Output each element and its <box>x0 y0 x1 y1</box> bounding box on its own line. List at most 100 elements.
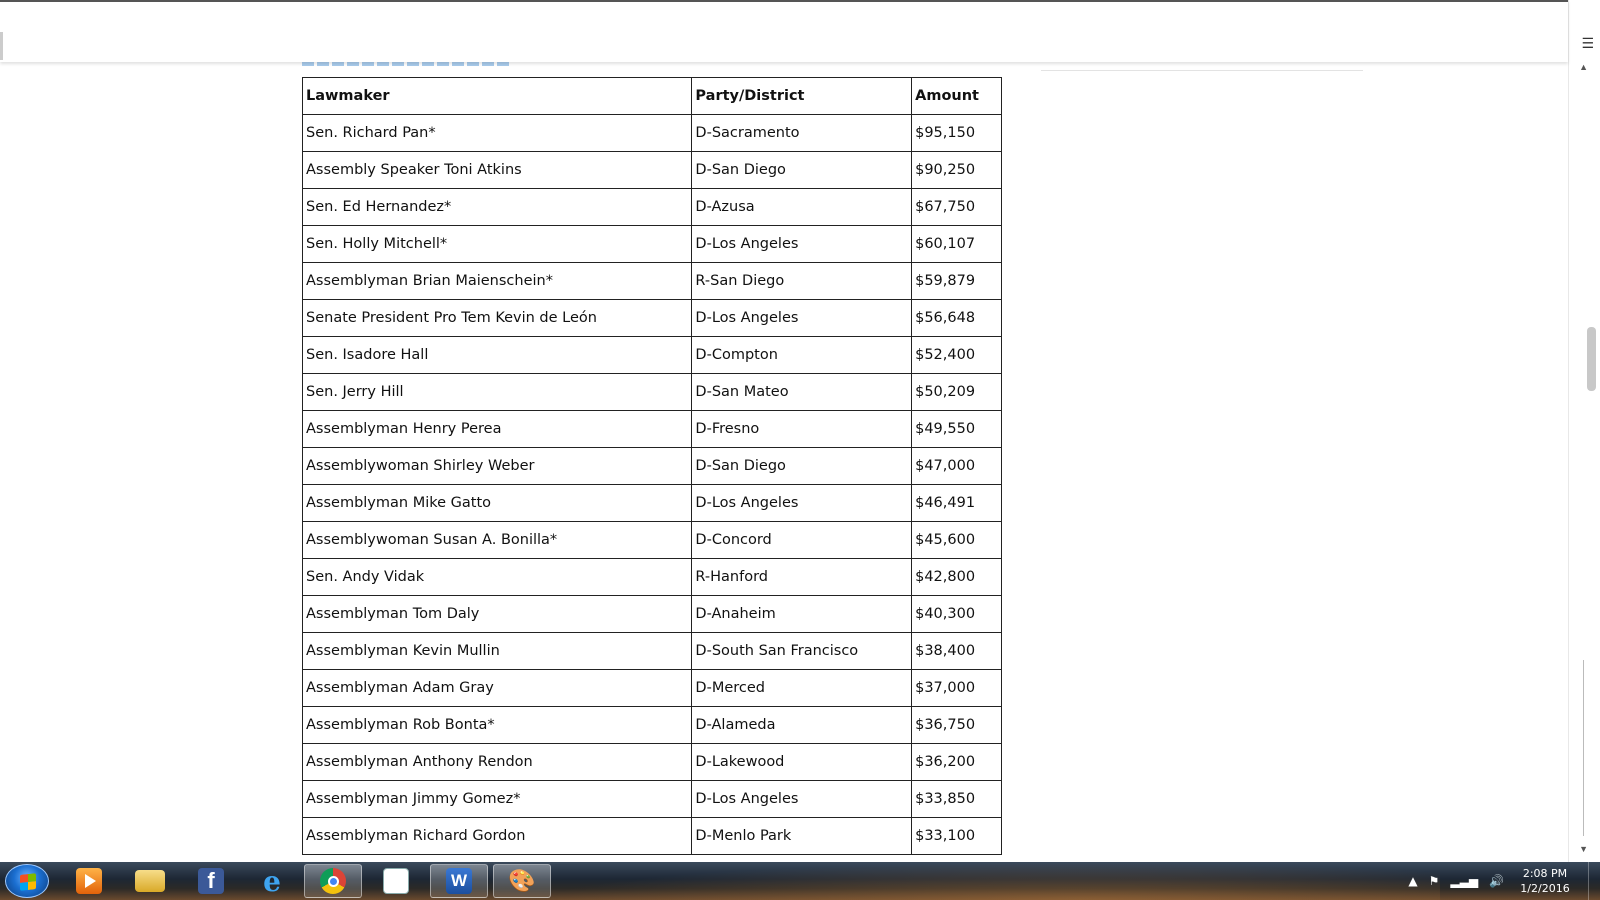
word-icon: W <box>446 868 472 894</box>
column-header-amount: Amount <box>911 77 1002 115</box>
cell-lawmaker: Assemblyman Henry Perea <box>301 410 693 448</box>
cell-amount: $46,491 <box>911 484 1002 522</box>
cell-amount: $42,800 <box>911 558 1002 596</box>
table-row: Assemblyman Jimmy Gomez* D-Los Angeles $33… <box>301 780 1002 818</box>
taskbar-chrome[interactable] <box>304 864 362 898</box>
table-row: Assemblywoman Susan A. Bonilla* D-Concord… <box>301 521 1002 559</box>
cell-amount: $36,200 <box>911 743 1002 781</box>
cell-lawmaker: Assemblyman Tom Daly <box>301 595 693 633</box>
clock-date: 1/2/2016 <box>1520 882 1570 895</box>
table-row: Assemblyman Adam Gray D-Merced $37,000 <box>301 669 1002 707</box>
clock-time: 2:08 PM <box>1522 867 1568 880</box>
hamburger-menu-icon[interactable]: ☰ <box>1581 36 1594 52</box>
cell-lawmaker: Assemblyman Mike Gatto <box>301 484 693 522</box>
windows-logo-icon <box>20 873 36 891</box>
sidebar-divider <box>1041 70 1363 71</box>
news-app-icon <box>383 868 409 894</box>
cell-party-district: D-Compton <box>691 336 913 374</box>
paint-icon: 🎨 <box>508 868 536 893</box>
start-button[interactable] <box>5 864 49 898</box>
cell-lawmaker: Assemblyman Kevin Mullin <box>301 632 693 670</box>
cell-amount: $45,600 <box>911 521 1002 559</box>
cell-lawmaker: Assemblywoman Susan A. Bonilla* <box>301 521 693 559</box>
cell-party-district: D-South San Francisco <box>691 632 913 670</box>
table-row: Sen. Ed Hernandez* D-Azusa $67,750 <box>301 188 1002 226</box>
table-row: Sen. Isadore Hall D-Compton $52,400 <box>301 336 1002 374</box>
cell-party-district: D-Azusa <box>691 188 913 226</box>
taskbar-file-explorer[interactable] <box>121 864 179 898</box>
table-row: Sen. Holly Mitchell* D-Los Angeles $60,107 <box>301 225 1002 263</box>
cell-amount: $37,000 <box>911 669 1002 707</box>
vertical-scrollbar[interactable]: ☰ ▲ ▼ <box>1568 0 1600 862</box>
browser-top-bar <box>0 0 1568 62</box>
taskbar-clock[interactable]: 2:08 PM 1/2/2016 <box>1510 866 1580 896</box>
table-row: Sen. Andy Vidak R-Hanford $42,800 <box>301 558 1002 596</box>
column-header-lawmaker: Lawmaker <box>301 77 693 115</box>
cell-party-district: D-San Mateo <box>691 373 913 411</box>
cell-party-district: D-Los Angeles <box>691 299 913 337</box>
cell-lawmaker: Assemblyman Jimmy Gomez* <box>301 780 693 818</box>
internet-explorer-icon: e <box>263 864 281 898</box>
cell-lawmaker: Assemblyman Anthony Rendon <box>301 743 693 781</box>
taskbar-news-app[interactable] <box>367 864 425 898</box>
taskbar-facebook[interactable]: f <box>182 864 240 898</box>
cell-party-district: D-Sacramento <box>691 114 913 152</box>
table-row: Sen. Richard Pan* D-Sacramento $95,150 <box>301 114 1002 152</box>
cell-amount: $56,648 <box>911 299 1002 337</box>
scroll-up-arrow-icon[interactable]: ▲ <box>1579 62 1588 72</box>
lawmaker-table-container: Lawmaker Party/District Amount Sen. Rich… <box>301 77 1002 855</box>
scroll-track-line <box>1583 660 1584 836</box>
windows-taskbar: f e W 🎨 ▲ ⚑ ▂▃▅ 🔊 2:08 PM 1/2/2016 <box>0 862 1600 900</box>
cell-party-district: D-Concord <box>691 521 913 559</box>
cell-party-district: D-San Diego <box>691 151 913 189</box>
cell-lawmaker: Sen. Jerry Hill <box>301 373 693 411</box>
cell-lawmaker: Sen. Richard Pan* <box>301 114 693 152</box>
chrome-icon <box>320 868 346 894</box>
cell-lawmaker: Assemblyman Rob Bonta* <box>301 706 693 744</box>
lawmaker-donations-table: Lawmaker Party/District Amount Sen. Rich… <box>301 77 1002 855</box>
network-signal-icon[interactable]: ▂▃▅ <box>1450 874 1478 888</box>
cell-amount: $33,850 <box>911 780 1002 818</box>
table-row: Assemblyman Mike Gatto D-Los Angeles $46,4… <box>301 484 1002 522</box>
cell-amount: $95,150 <box>911 114 1002 152</box>
taskbar-media-player[interactable] <box>60 864 118 898</box>
cell-amount: $52,400 <box>911 336 1002 374</box>
table-row: Assemblyman Henry Perea D-Fresno $49,550 <box>301 410 1002 448</box>
table-row: Assemblyman Brian Maienschein* R-San Dieg… <box>301 262 1002 300</box>
volume-speaker-icon[interactable]: 🔊 <box>1489 874 1504 888</box>
table-row: Senate President Pro Tem Kevin de León D-… <box>301 299 1002 337</box>
show-desktop-button[interactable] <box>1588 862 1600 900</box>
cell-lawmaker: Sen. Ed Hernandez* <box>301 188 693 226</box>
table-row: Assemblyman Rob Bonta* D-Alameda $36,750 <box>301 706 1002 744</box>
cell-party-district: R-San Diego <box>691 262 913 300</box>
cell-party-district: D-Lakewood <box>691 743 913 781</box>
scrollbar-thumb[interactable] <box>1587 327 1596 391</box>
taskbar-paint[interactable]: 🎨 <box>493 864 551 898</box>
cell-amount: $59,879 <box>911 262 1002 300</box>
cell-party-district: D-Los Angeles <box>691 225 913 263</box>
cell-amount: $47,000 <box>911 447 1002 485</box>
cell-lawmaker: Senate President Pro Tem Kevin de León <box>301 299 693 337</box>
show-hidden-icons-arrow-icon[interactable]: ▲ <box>1408 874 1417 888</box>
cell-amount: $33,100 <box>911 817 1002 855</box>
taskbar-word[interactable]: W <box>430 864 488 898</box>
cell-lawmaker: Assemblyman Richard Gordon <box>301 817 693 855</box>
left-edge-line <box>0 32 3 60</box>
cell-amount: $50,209 <box>911 373 1002 411</box>
cell-party-district: R-Hanford <box>691 558 913 596</box>
cell-lawmaker: Assemblyman Brian Maienschein* <box>301 262 693 300</box>
cell-party-district: D-San Diego <box>691 447 913 485</box>
cell-lawmaker: Assemblyman Adam Gray <box>301 669 693 707</box>
table-row: Assemblyman Tom Daly D-Anaheim $40,300 <box>301 595 1002 633</box>
cell-lawmaker: Sen. Isadore Hall <box>301 336 693 374</box>
scroll-down-arrow-icon[interactable]: ▼ <box>1579 844 1588 854</box>
taskbar-internet-explorer[interactable]: e <box>243 864 301 898</box>
cell-lawmaker: Sen. Andy Vidak <box>301 558 693 596</box>
action-center-flag-icon[interactable]: ⚑ <box>1429 874 1440 888</box>
table-row: Sen. Jerry Hill D-San Mateo $50,209 <box>301 373 1002 411</box>
cell-party-district: D-Fresno <box>691 410 913 448</box>
taskbar-wallpaper-glow <box>540 862 1440 900</box>
cell-amount: $38,400 <box>911 632 1002 670</box>
table-row: Assemblyman Anthony Rendon D-Lakewood $36,… <box>301 743 1002 781</box>
cell-amount: $49,550 <box>911 410 1002 448</box>
